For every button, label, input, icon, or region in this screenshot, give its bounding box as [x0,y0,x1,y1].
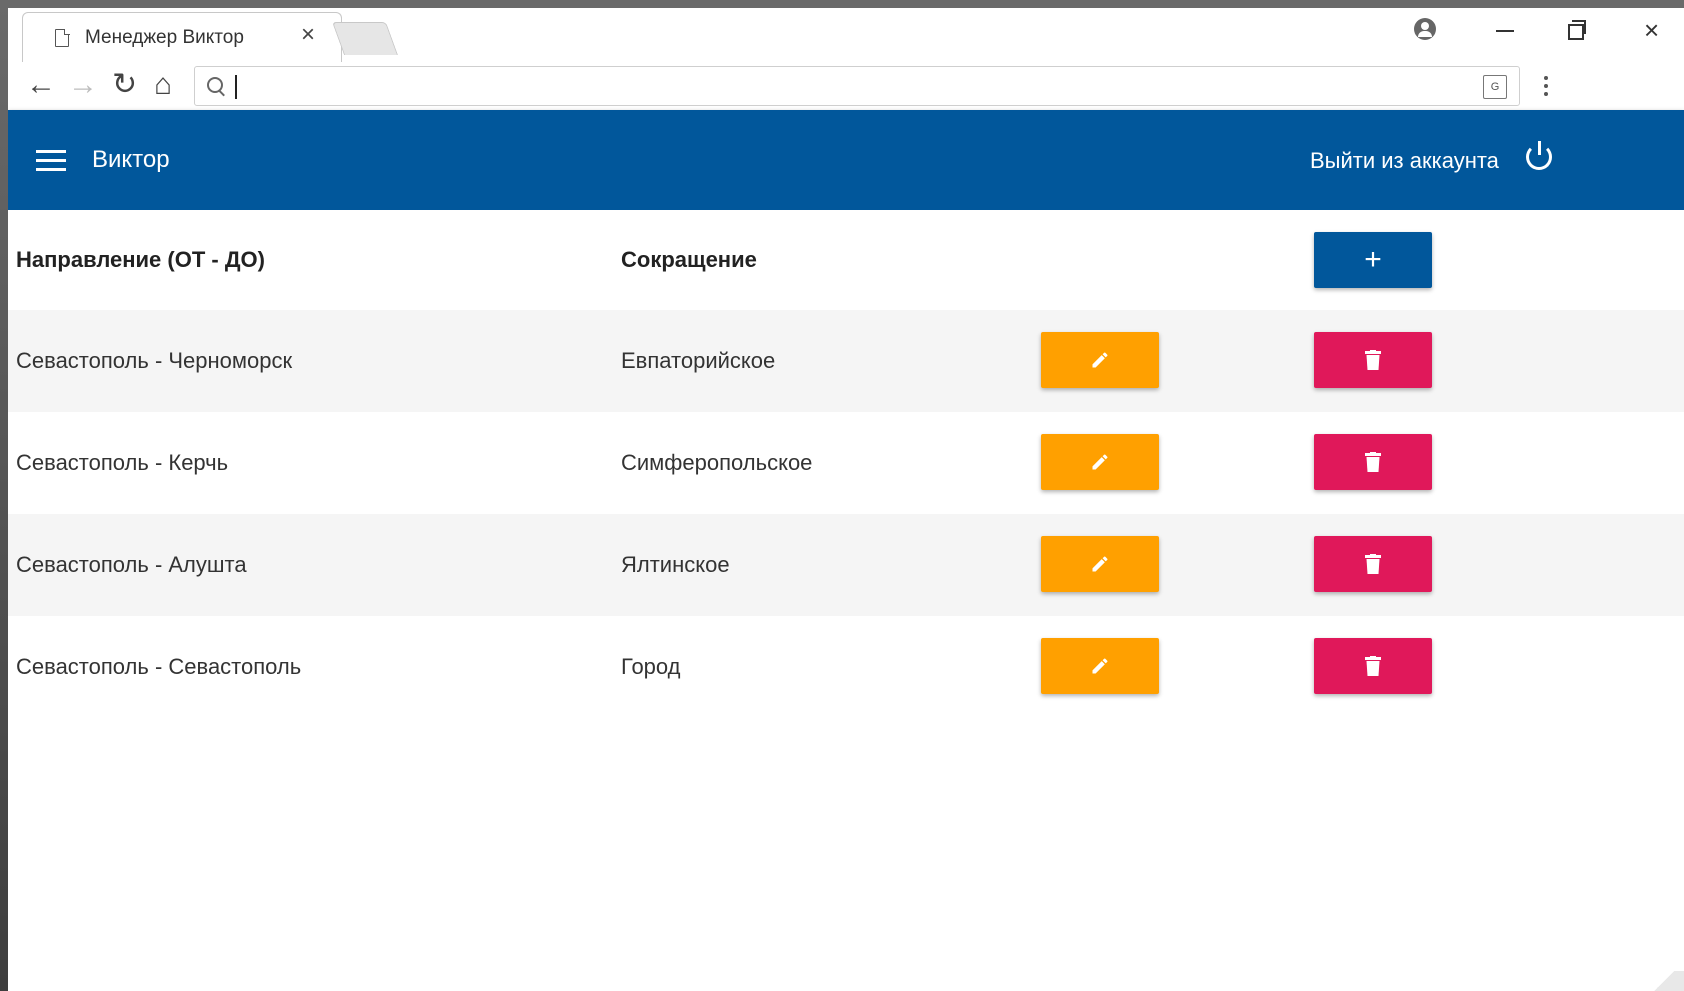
new-tab-button[interactable] [331,22,399,55]
profile-icon[interactable] [1414,18,1436,40]
edit-button[interactable] [1041,638,1159,694]
tab-title: Менеджер Виктор [85,27,244,48]
abbreviation-cell: Евпаторийское [621,348,776,373]
direction-cell: Севастополь - Алушта [16,552,247,577]
trash-icon [1365,452,1381,472]
app-title: Виктор [92,146,170,173]
trash-icon [1365,554,1381,574]
back-arrow-icon[interactable]: ← [26,68,56,102]
home-icon[interactable]: ⌂ [154,68,172,102]
pencil-icon [1092,658,1108,674]
reload-icon[interactable]: ↻ [112,68,137,102]
forward-arrow-icon[interactable]: → [68,68,98,102]
direction-cell: Севастополь - Керчь [16,450,229,475]
trash-icon [1365,656,1381,676]
edit-button[interactable] [1041,434,1159,490]
power-icon[interactable] [1526,141,1552,170]
browser-toolbar: ← → ↻ ⌂ G [8,62,1684,111]
restore-button[interactable] [1568,18,1586,40]
table-row: Севастополь - Севастополь Город [8,616,1684,718]
text-caret [235,75,237,99]
search-icon [207,77,223,93]
table-row: Севастополь - Алушта Ялтинское [8,514,1684,616]
table-header-row: Направление (ОТ - ДО) Сокращение + [8,210,1684,310]
delete-button[interactable] [1314,536,1432,592]
delete-button[interactable] [1314,638,1432,694]
abbreviation-cell: Город [621,654,681,679]
edit-button[interactable] [1041,332,1159,388]
directions-table: Направление (ОТ - ДО) Сокращение + Севас… [8,210,1684,718]
table-row: Севастополь - Керчь Симферопольское [8,412,1684,514]
hamburger-icon[interactable] [36,150,66,177]
delete-button[interactable] [1314,434,1432,490]
minimize-button[interactable] [1496,18,1514,32]
browser-menu-icon[interactable] [1544,76,1548,100]
page-icon [55,29,69,47]
tab-close-icon[interactable]: × [301,21,315,48]
browser-tab[interactable]: Менеджер Виктор × [22,12,342,62]
table-row: Севастополь - Черноморск Евпаторийское [8,310,1684,412]
address-bar[interactable]: G [194,66,1520,106]
window-close-button[interactable]: × [1644,17,1659,43]
direction-cell: Севастополь - Черноморск [16,348,293,373]
translate-icon[interactable]: G [1483,75,1507,99]
pencil-icon [1092,556,1108,572]
add-button[interactable]: + [1314,232,1432,288]
browser-window: Менеджер Виктор × × ← → ↻ ⌂ G Виктор Вый… [8,8,1684,991]
logout-link[interactable]: Выйти из аккаунта [1310,148,1499,174]
direction-cell: Севастополь - Севастополь [16,654,302,679]
column-header-direction: Направление (ОТ - ДО) [16,247,265,272]
pencil-icon [1092,352,1108,368]
pencil-icon [1092,454,1108,470]
trash-icon [1365,350,1381,370]
tab-strip: Менеджер Виктор × × [8,8,1684,62]
abbreviation-cell: Ялтинское [621,552,730,577]
edit-button[interactable] [1041,536,1159,592]
column-header-abbreviation: Сокращение [621,247,757,272]
abbreviation-cell: Симферопольское [621,450,813,475]
delete-button[interactable] [1314,332,1432,388]
app-header: Виктор Выйти из аккаунта [8,110,1684,210]
resize-grip[interactable] [1644,971,1684,991]
